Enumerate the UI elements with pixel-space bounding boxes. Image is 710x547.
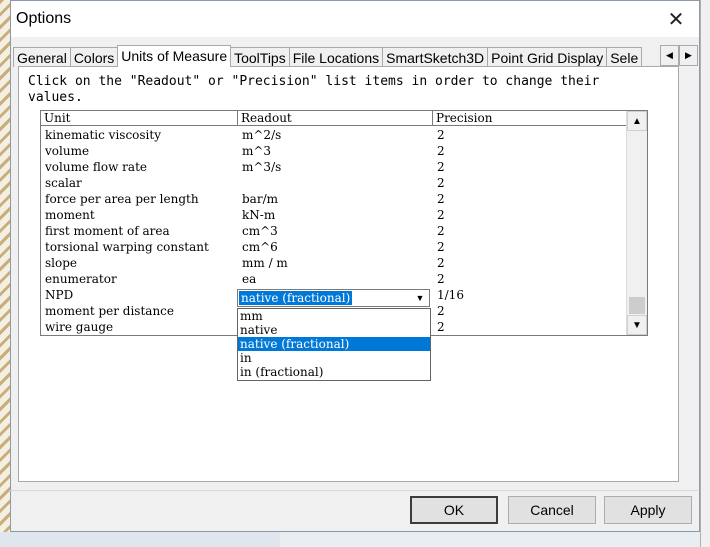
scroll-up-icon[interactable]: ▲: [627, 111, 647, 131]
precision-cell[interactable]: 2: [433, 255, 627, 271]
readout-cell[interactable]: mm / m: [238, 255, 436, 271]
table-row[interactable]: force per area per length bar/m 2: [41, 191, 627, 207]
footer-divider: [10, 490, 698, 491]
readout-cell[interactable]: m^3/s: [238, 159, 436, 175]
precision-cell[interactable]: 2: [433, 271, 627, 287]
precision-cell[interactable]: 2: [433, 239, 627, 255]
table-row[interactable]: kinematic viscosity m^2/s 2: [41, 127, 627, 143]
precision-cell[interactable]: 2: [433, 223, 627, 239]
column-header-unit[interactable]: Unit: [41, 111, 238, 126]
tab-scroll-right-icon[interactable]: ▶: [679, 45, 698, 66]
instruction-text: Click on the "Readout" or "Precision" li…: [28, 74, 600, 105]
title-bar: Options ✕: [11, 1, 699, 37]
readout-cell[interactable]: bar/m: [238, 191, 436, 207]
grid-header: Unit Readout Precision: [41, 111, 627, 127]
unit-cell: volume: [45, 144, 90, 158]
grid-vertical-scrollbar[interactable]: ▲ ▼: [626, 111, 647, 335]
precision-cell[interactable]: 2: [433, 127, 627, 143]
precision-cell[interactable]: 2: [433, 191, 627, 207]
tab-file-locations[interactable]: File Locations: [288, 47, 384, 67]
apply-button[interactable]: Apply: [604, 496, 692, 524]
readout-cell[interactable]: kN-m: [238, 207, 436, 223]
unit-cell: torsional warping constant: [45, 240, 209, 254]
unit-cell: moment: [45, 208, 95, 222]
tab-point-grid-display[interactable]: Point Grid Display: [487, 47, 608, 67]
column-header-readout[interactable]: Readout: [238, 111, 433, 126]
readout-cell[interactable]: m^3: [238, 143, 436, 159]
table-row[interactable]: enumerator ea 2: [41, 271, 627, 287]
tab-scroll-left-icon[interactable]: ◀: [660, 45, 679, 66]
tab-units-of-measure[interactable]: Units of Measure: [117, 45, 232, 67]
table-row[interactable]: slope mm / m 2: [41, 255, 627, 271]
precision-cell[interactable]: 1/16: [433, 287, 627, 303]
column-header-precision[interactable]: Precision: [433, 111, 627, 126]
dropdown-option[interactable]: native: [238, 323, 430, 337]
unit-cell: first moment of area: [45, 224, 170, 238]
tab-colors[interactable]: Colors: [69, 47, 119, 67]
unit-cell: kinematic viscosity: [45, 128, 161, 142]
readout-dropdown-list: mm native native (fractional) in in (fra…: [237, 308, 431, 381]
precision-cell[interactable]: 2: [433, 207, 627, 223]
precision-cell[interactable]: 2: [433, 175, 627, 191]
unit-cell: enumerator: [45, 272, 117, 286]
dialog-title: Options: [16, 10, 72, 27]
unit-cell: moment per distance: [45, 304, 174, 318]
precision-cell[interactable]: 2: [433, 143, 627, 159]
background-app-strip: [0, 532, 280, 547]
table-row[interactable]: volume m^3 2: [41, 143, 627, 159]
readout-cell[interactable]: ea: [238, 271, 436, 287]
readout-combobox[interactable]: native (fractional) ▼: [237, 289, 430, 307]
dropdown-option[interactable]: in: [238, 351, 430, 365]
ok-button[interactable]: OK: [410, 496, 498, 524]
precision-cell[interactable]: 2: [433, 303, 627, 319]
table-row[interactable]: volume flow rate m^3/s 2: [41, 159, 627, 175]
readout-cell[interactable]: m^2/s: [238, 127, 436, 143]
unit-cell: slope: [45, 256, 78, 270]
tab-general[interactable]: General: [13, 47, 71, 67]
combobox-value[interactable]: native (fractional): [239, 291, 353, 305]
precision-cell[interactable]: 2: [433, 319, 627, 335]
chevron-down-icon[interactable]: ▼: [411, 290, 429, 306]
unit-cell: wire gauge: [45, 320, 114, 334]
cancel-button[interactable]: Cancel: [508, 496, 596, 524]
table-row[interactable]: scalar 2: [41, 175, 627, 191]
unit-cell: force per area per length: [45, 192, 199, 206]
dropdown-option[interactable]: mm: [238, 309, 430, 323]
tab-select[interactable]: Sele: [606, 47, 643, 67]
tab-strip: General Colors Units of Measure ToolTips Fil…: [13, 45, 661, 67]
readout-cell[interactable]: cm^6: [238, 239, 436, 255]
tab-smartsketch3d[interactable]: SmartSketch3D: [382, 47, 489, 67]
close-icon[interactable]: ✕: [653, 1, 699, 37]
readout-cell[interactable]: cm^3: [238, 223, 436, 239]
unit-cell: scalar: [45, 176, 82, 190]
unit-cell: NPD: [45, 288, 74, 302]
scroll-down-icon[interactable]: ▼: [627, 315, 647, 335]
table-row[interactable]: first moment of area cm^3 2: [41, 223, 627, 239]
unit-cell: volume flow rate: [45, 160, 147, 174]
dropdown-option-selected[interactable]: native (fractional): [238, 337, 430, 351]
dropdown-option[interactable]: in (fractional): [238, 365, 430, 379]
tab-tooltips[interactable]: ToolTips: [230, 47, 290, 67]
scroll-thumb[interactable]: [629, 297, 645, 314]
precision-cell[interactable]: 2: [433, 159, 627, 175]
table-row[interactable]: moment kN-m 2: [41, 207, 627, 223]
background-app-edge: [700, 0, 710, 547]
table-row[interactable]: torsional warping constant cm^6 2: [41, 239, 627, 255]
